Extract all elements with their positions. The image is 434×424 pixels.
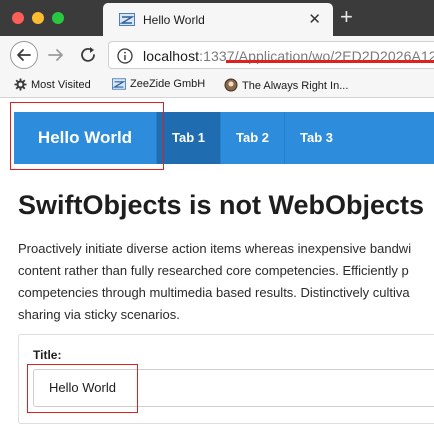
new-tab-button[interactable]: + <box>340 5 353 29</box>
lead-paragraph: Proactively initiate diverse action item… <box>18 238 434 326</box>
bookmark-always-right[interactable]: The Always Right In... <box>224 78 348 92</box>
page-title: SwiftObjects is not WebObjects <box>18 190 425 220</box>
info-icon[interactable] <box>117 48 133 64</box>
zeezide-favicon-icon <box>119 13 135 26</box>
bookmarks-bar: Most Visited ZeeZide GmbH The Always Rig… <box>0 74 434 98</box>
lead-line: sharing via sticky scenarios. <box>18 307 180 322</box>
gear-icon <box>14 78 27 91</box>
globe-icon <box>224 78 238 92</box>
bookmark-label: ZeeZide GmbH <box>130 78 206 90</box>
tab-2[interactable]: Tab 2 <box>220 112 284 164</box>
browser-tab-bar: Hello World ✕ + <box>0 0 434 36</box>
bookmark-label: Most Visited <box>31 79 91 91</box>
brand-annotation-box <box>10 102 164 170</box>
back-arrow-icon <box>17 49 31 61</box>
title-label: Title: <box>33 348 62 362</box>
bookmark-zeezide[interactable]: ZeeZide GmbH <box>112 78 205 90</box>
close-window-button[interactable] <box>12 12 24 24</box>
lead-line: content rather than fully researched cor… <box>18 263 409 278</box>
tab-1[interactable]: Tab 1 <box>156 112 220 164</box>
browser-tab-active[interactable]: Hello World ✕ <box>103 3 333 36</box>
tab-3[interactable]: Tab 3 <box>284 112 348 164</box>
zeezide-favicon-icon <box>112 78 126 90</box>
bookmark-most-visited[interactable]: Most Visited <box>14 78 91 91</box>
back-button[interactable] <box>10 41 38 69</box>
browser-navigation-bar: localhost:1337/Application/wo/2ED2D2026A… <box>0 36 434 74</box>
input-annotation-box <box>27 364 138 413</box>
forward-arrow-icon[interactable] <box>46 45 66 65</box>
maximize-window-button[interactable] <box>52 12 64 24</box>
minimize-window-button[interactable] <box>32 12 44 24</box>
browser-tab-title: Hello World <box>143 13 205 27</box>
bookmark-label: The Always Right In... <box>242 80 349 92</box>
url-host: localhost <box>143 48 200 64</box>
reload-icon[interactable] <box>78 45 98 65</box>
lead-line: competencies through multimedia based re… <box>18 285 410 300</box>
lead-line: Proactively initiate diverse action item… <box>18 241 412 256</box>
close-tab-icon[interactable]: ✕ <box>308 10 321 28</box>
url-annotation-underline <box>226 60 434 63</box>
address-bar[interactable]: localhost:1337/Application/wo/2ED2D2026A… <box>108 41 434 69</box>
